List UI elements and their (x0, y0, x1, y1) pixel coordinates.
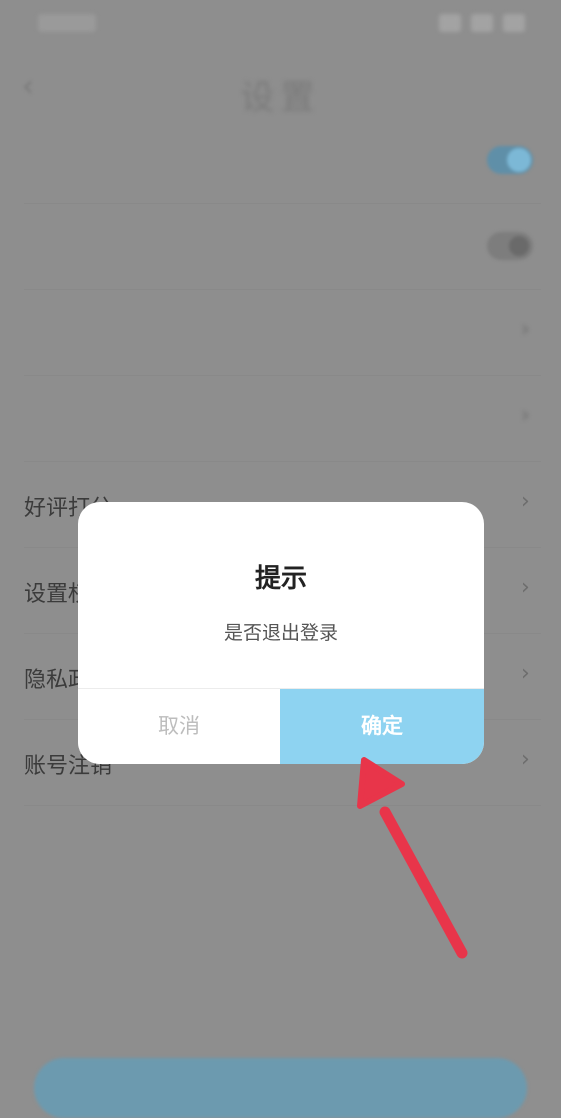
settings-row-2[interactable] (0, 204, 561, 290)
chevron-right-icon: › (521, 661, 530, 686)
chevron-right-icon: › (521, 747, 530, 772)
dialog-title: 提示 (254, 564, 307, 594)
chevron-right-icon: › (521, 317, 530, 342)
dialog-message: 是否退出登录 (223, 622, 338, 644)
cancel-button[interactable]: 取消 (78, 689, 280, 764)
confirm-button[interactable]: 确定 (280, 689, 484, 764)
status-icons (439, 14, 525, 32)
wifi-icon (471, 14, 493, 32)
settings-row-1[interactable] (0, 118, 561, 204)
settings-row-version (0, 806, 561, 892)
logout-button[interactable] (34, 1058, 527, 1118)
settings-row-3[interactable]: › (0, 290, 561, 376)
status-bar (0, 0, 561, 48)
status-time (38, 14, 96, 32)
chevron-right-icon: › (521, 575, 530, 600)
header: ‹ 设置 (0, 58, 561, 119)
chevron-right-icon: › (521, 489, 530, 514)
battery-icon (503, 14, 525, 32)
toggle-switch-on[interactable] (487, 146, 533, 174)
settings-row-4[interactable]: › (0, 376, 561, 462)
page-title: 设置 (240, 78, 321, 118)
signal-icon (439, 14, 461, 32)
chevron-right-icon: › (521, 403, 530, 428)
logout-confirm-dialog: 提示 是否退出登录 取消 确定 (78, 502, 484, 764)
toggle-switch-off[interactable] (487, 232, 533, 260)
